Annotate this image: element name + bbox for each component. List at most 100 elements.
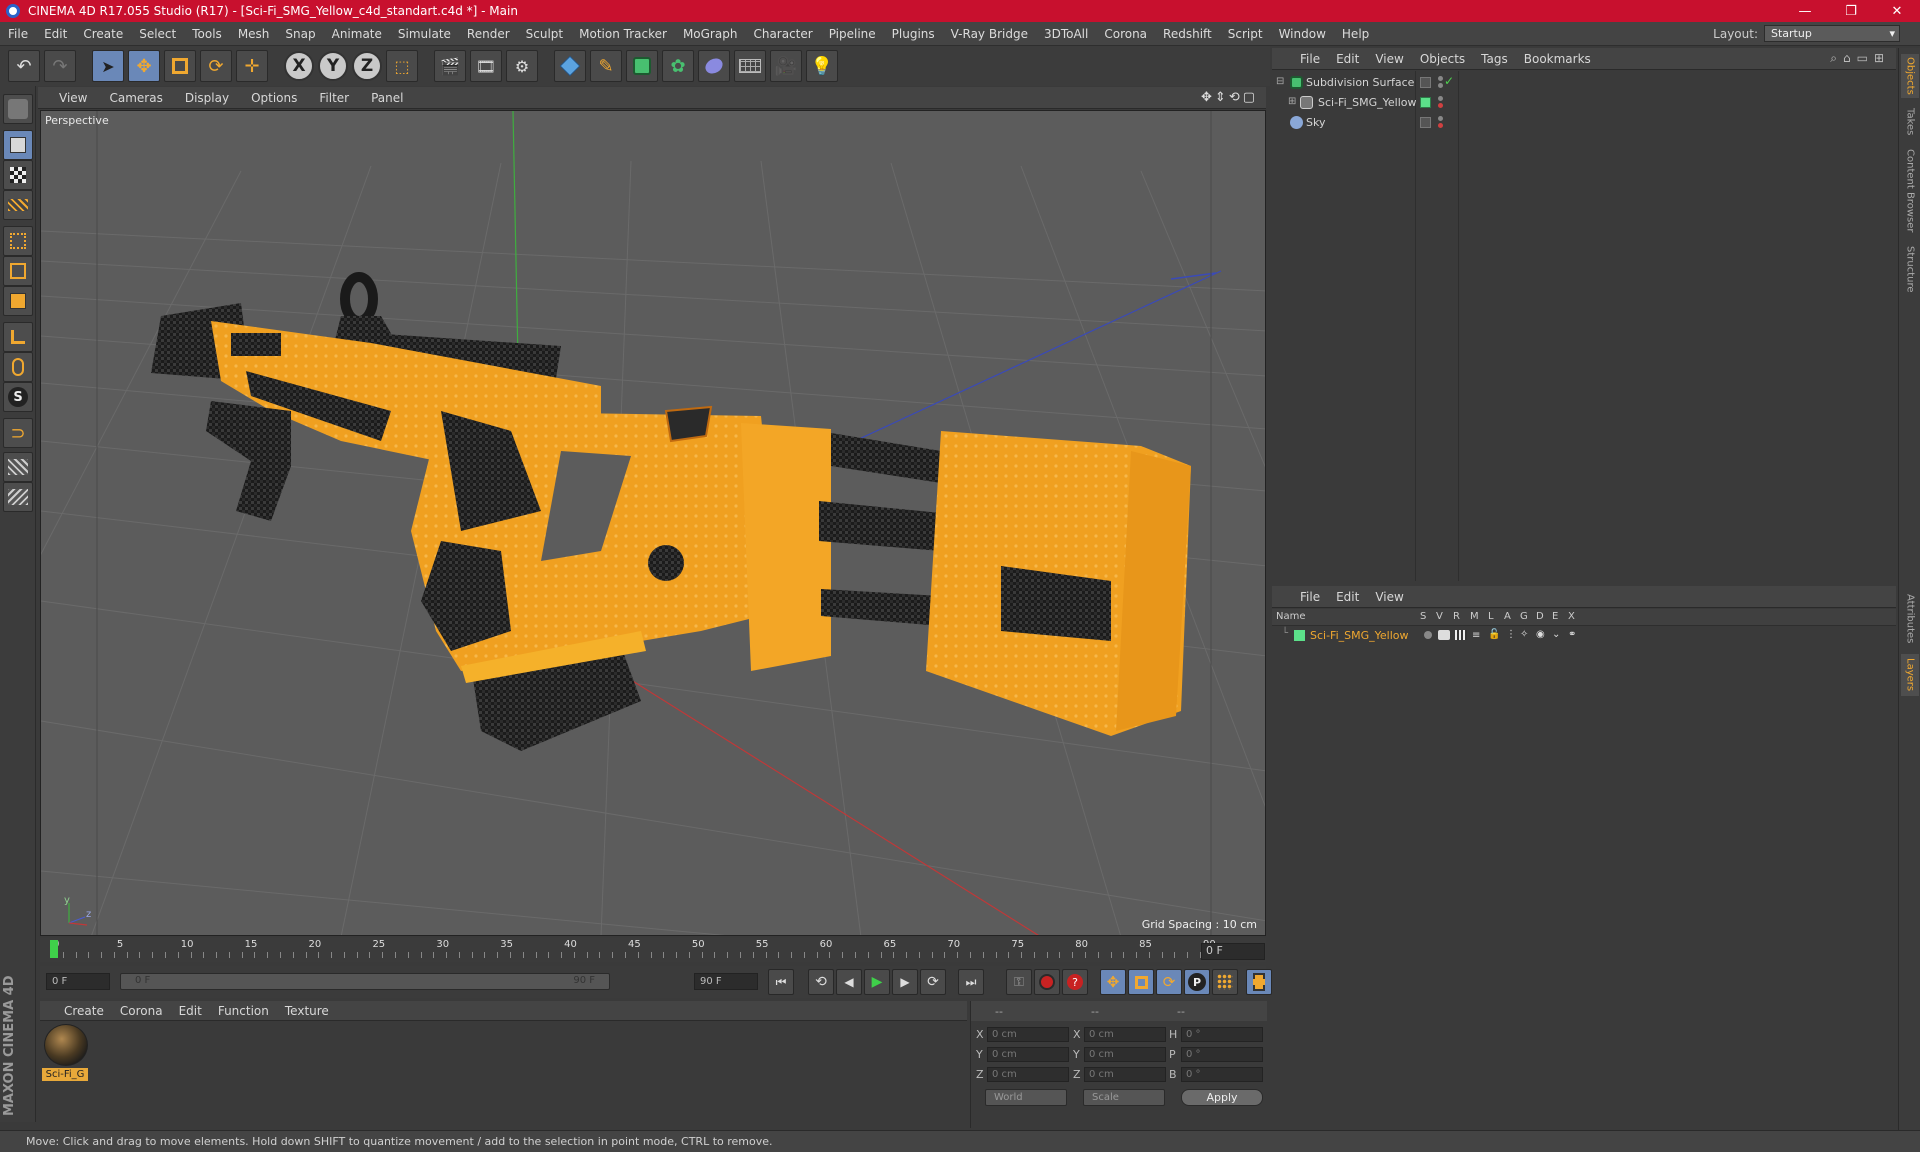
- coord-rot-h-field[interactable]: 0 °: [1181, 1027, 1263, 1042]
- obj-menu-objects[interactable]: Objects: [1412, 52, 1473, 66]
- end-frame-field[interactable]: 90 F: [694, 973, 758, 990]
- snap-toggle-button[interactable]: ⊃: [3, 418, 33, 448]
- render-visibility-dot[interactable]: [1438, 123, 1443, 128]
- close-button[interactable]: ✕: [1874, 0, 1920, 22]
- layer-xref-icon[interactable]: ⚭: [1568, 629, 1576, 640]
- menu-redshift[interactable]: Redshift: [1155, 27, 1220, 41]
- timeline-window-button[interactable]: [1246, 969, 1272, 995]
- menu-simulate[interactable]: Simulate: [390, 27, 459, 41]
- layer-lock-icon[interactable]: 🔓: [1488, 629, 1500, 640]
- timeline-ticks[interactable]: 051015202530354045505560657075808590: [50, 938, 1216, 962]
- add-environment-button[interactable]: [734, 50, 766, 82]
- render-view-button[interactable]: 🎬: [434, 50, 466, 82]
- coord-size-z-field[interactable]: 0 cm: [1084, 1067, 1166, 1082]
- redo-button[interactable]: ↷: [44, 50, 76, 82]
- snap-mode-button[interactable]: S: [3, 382, 33, 412]
- menu-corona[interactable]: Corona: [1096, 27, 1155, 41]
- menu-snap[interactable]: Snap: [277, 27, 323, 41]
- go-to-end-button[interactable]: ⏭: [958, 969, 984, 995]
- editor-visibility-dot[interactable]: [1438, 96, 1443, 101]
- enabled-check-icon[interactable]: ✓: [1444, 74, 1454, 88]
- rotate-tool-button[interactable]: ⟳: [200, 50, 232, 82]
- rotation-key-button[interactable]: ⟳: [1156, 969, 1182, 995]
- obj-menu-bookmarks[interactable]: Bookmarks: [1516, 52, 1599, 66]
- next-frame-button[interactable]: ▶: [892, 969, 918, 995]
- mat-menu-texture[interactable]: Texture: [277, 1004, 337, 1018]
- coord-rot-b-field[interactable]: 0 °: [1181, 1067, 1263, 1082]
- menu-mesh[interactable]: Mesh: [230, 27, 278, 41]
- workplane-mode-button[interactable]: [3, 190, 33, 220]
- menu-mograph[interactable]: MoGraph: [675, 27, 746, 41]
- menu-animate[interactable]: Animate: [324, 27, 390, 41]
- add-cube-button[interactable]: [554, 50, 586, 82]
- points-mode-button[interactable]: [3, 226, 33, 256]
- live-select-button[interactable]: ✛: [236, 50, 268, 82]
- apply-button[interactable]: Apply: [1181, 1089, 1263, 1106]
- editor-visibility-dot[interactable]: [1438, 76, 1443, 81]
- coord-pos-z-field[interactable]: 0 cm: [987, 1067, 1069, 1082]
- select-tool-button[interactable]: ➤: [92, 50, 124, 82]
- add-mograph-button[interactable]: ✿: [662, 50, 694, 82]
- menu-edit[interactable]: Edit: [36, 27, 75, 41]
- layer-manager-icon[interactable]: ≡: [1472, 630, 1480, 641]
- layer-deformer-icon[interactable]: ◉: [1536, 629, 1545, 640]
- obj-menu-tags[interactable]: Tags: [1473, 52, 1516, 66]
- current-frame-field[interactable]: 0 F: [1201, 943, 1265, 960]
- obj-menu-file[interactable]: File: [1292, 52, 1328, 66]
- menu-3dtoall[interactable]: 3DToAll: [1036, 27, 1096, 41]
- tab-objects[interactable]: Objects: [1901, 54, 1919, 98]
- viewport-menu-panel[interactable]: Panel: [360, 91, 414, 105]
- obj-menu-view[interactable]: View: [1367, 52, 1411, 66]
- go-to-start-button[interactable]: ⏮: [768, 969, 794, 995]
- object-row-sky[interactable]: Sky: [1272, 113, 1896, 132]
- render-settings-button[interactable]: ⚙: [506, 50, 538, 82]
- layer-row-sci-fi-smg-yellow[interactable]: └ Sci-Fi_SMG_Yellow ≡ 🔓 ⋮ ✧ ◉ ⌄ ⚭: [1272, 627, 1896, 644]
- layer-animation-icon[interactable]: ⋮: [1506, 629, 1516, 640]
- menu-plugins[interactable]: Plugins: [884, 27, 943, 41]
- collapse-toggle-icon[interactable]: ⊟: [1276, 76, 1284, 87]
- tab-layers[interactable]: Layers: [1901, 654, 1919, 696]
- obj-menu-edit[interactable]: Edit: [1328, 52, 1367, 66]
- mat-menu-edit[interactable]: Edit: [171, 1004, 210, 1018]
- menu-character[interactable]: Character: [745, 27, 820, 41]
- menu-sculpt[interactable]: Sculpt: [518, 27, 571, 41]
- playhead-marker[interactable]: [50, 940, 58, 958]
- add-light-button[interactable]: 💡: [806, 50, 838, 82]
- minimize-button[interactable]: —: [1782, 0, 1828, 22]
- menu-help[interactable]: Help: [1334, 27, 1377, 41]
- y-axis-toggle[interactable]: Y: [318, 51, 348, 81]
- expand-toggle-icon[interactable]: ⊞: [1288, 96, 1296, 107]
- tab-content-browser[interactable]: Content Browser: [1901, 146, 1919, 236]
- viewport-menu-options[interactable]: Options: [240, 91, 308, 105]
- layer-view-eye-icon[interactable]: [1438, 630, 1450, 640]
- mat-menu-create[interactable]: Create: [56, 1004, 112, 1018]
- add-camera-button[interactable]: 🎥: [770, 50, 802, 82]
- menu-script[interactable]: Script: [1220, 27, 1271, 41]
- viewport-nav-icons[interactable]: ✥⇕⟲▢: [1201, 90, 1258, 105]
- next-key-button[interactable]: ⟳: [920, 969, 946, 995]
- tab-takes[interactable]: Takes: [1901, 104, 1919, 140]
- menu-vray-bridge[interactable]: V-Ray Bridge: [943, 27, 1036, 41]
- point-level-key-button[interactable]: [1212, 969, 1238, 995]
- obj-panel-search-home-icons[interactable]: ⌕⌂▭⊞: [1830, 51, 1890, 66]
- viewport-menu-display[interactable]: Display: [174, 91, 240, 105]
- coord-space-dropdown[interactable]: World: [985, 1089, 1067, 1106]
- make-editable-button[interactable]: [3, 94, 33, 124]
- coord-size-x-field[interactable]: 0 cm: [1084, 1027, 1166, 1042]
- record-keys-button[interactable]: ⚿: [1006, 969, 1032, 995]
- editor-visibility-dot[interactable]: [1438, 116, 1443, 121]
- z-axis-toggle[interactable]: Z: [352, 51, 382, 81]
- render-visibility-dot[interactable]: [1438, 83, 1443, 88]
- menu-create[interactable]: Create: [75, 27, 131, 41]
- move-tool-button[interactable]: ✥: [128, 50, 160, 82]
- perspective-viewport[interactable]: y z Perspective Grid Spacing : 10 cm: [40, 110, 1266, 936]
- layer-expression-icon[interactable]: ⌄: [1552, 629, 1560, 640]
- play-button[interactable]: ▶: [864, 969, 890, 995]
- add-spline-button[interactable]: ✎: [590, 50, 622, 82]
- material-item[interactable]: Sci-Fi_G: [40, 1021, 92, 1083]
- mat-menu-corona[interactable]: Corona: [112, 1004, 171, 1018]
- planar-workplane-button[interactable]: [3, 482, 33, 512]
- coordinate-system-button[interactable]: ⬚: [386, 50, 418, 82]
- lock-workplane-button[interactable]: [3, 452, 33, 482]
- layer-render-clapboard-icon[interactable]: [1455, 630, 1467, 640]
